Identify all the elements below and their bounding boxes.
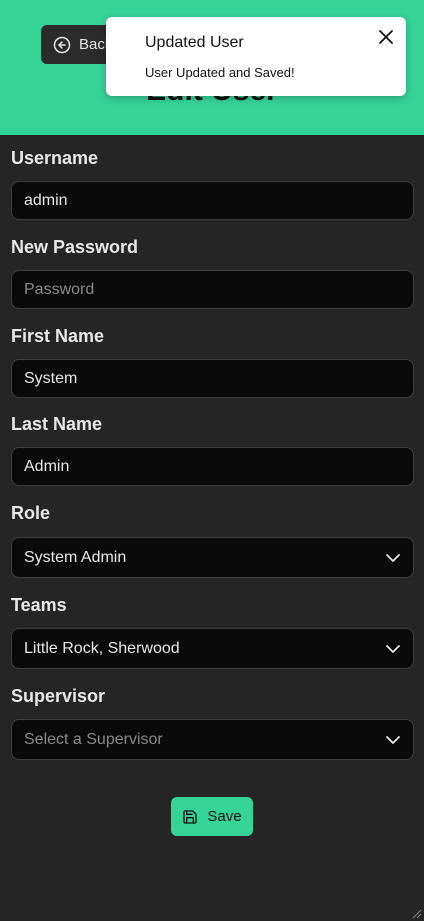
teams-label: Teams (11, 595, 67, 615)
save-button[interactable]: Save (171, 797, 253, 836)
save-icon (183, 809, 198, 824)
role-label: Role (11, 503, 51, 523)
first-name-label: First Name (11, 326, 105, 346)
teams-value: Little Rock, Sherwood (24, 639, 180, 657)
password-placeholder: Password (24, 280, 95, 298)
new-password-label: New Password (11, 237, 139, 257)
username-input[interactable]: admin (11, 181, 414, 220)
supervisor-select[interactable]: Select a Supervisor (11, 719, 414, 760)
toast-notification: Updated User User Updated and Saved! (106, 17, 406, 96)
chevron-down-icon (386, 553, 400, 562)
toast-title: Updated User (145, 34, 244, 51)
last-name-label: Last Name (11, 414, 103, 434)
teams-select[interactable]: Little Rock, Sherwood (11, 628, 414, 669)
chevron-down-icon (386, 735, 400, 744)
username-label: Username (11, 148, 99, 168)
close-icon (379, 30, 393, 44)
toast-message: User Updated and Saved! (145, 65, 295, 80)
first-name-input[interactable]: System (11, 359, 414, 398)
supervisor-label: Supervisor (11, 686, 106, 706)
save-button-label: Save (207, 808, 242, 825)
last-name-value: Admin (24, 457, 70, 475)
resize-handle-icon[interactable] (412, 909, 422, 919)
supervisor-placeholder: Select a Supervisor (24, 730, 163, 748)
last-name-input[interactable]: Admin (11, 447, 414, 486)
first-name-value: System (24, 369, 78, 387)
role-value: System Admin (24, 548, 127, 566)
role-select[interactable]: System Admin (11, 537, 414, 578)
password-input[interactable]: Password (11, 270, 414, 309)
username-value: admin (24, 191, 68, 209)
arrow-left-circle-icon (53, 36, 71, 53)
chevron-down-icon (386, 644, 400, 653)
toast-close-button[interactable] (376, 27, 396, 47)
